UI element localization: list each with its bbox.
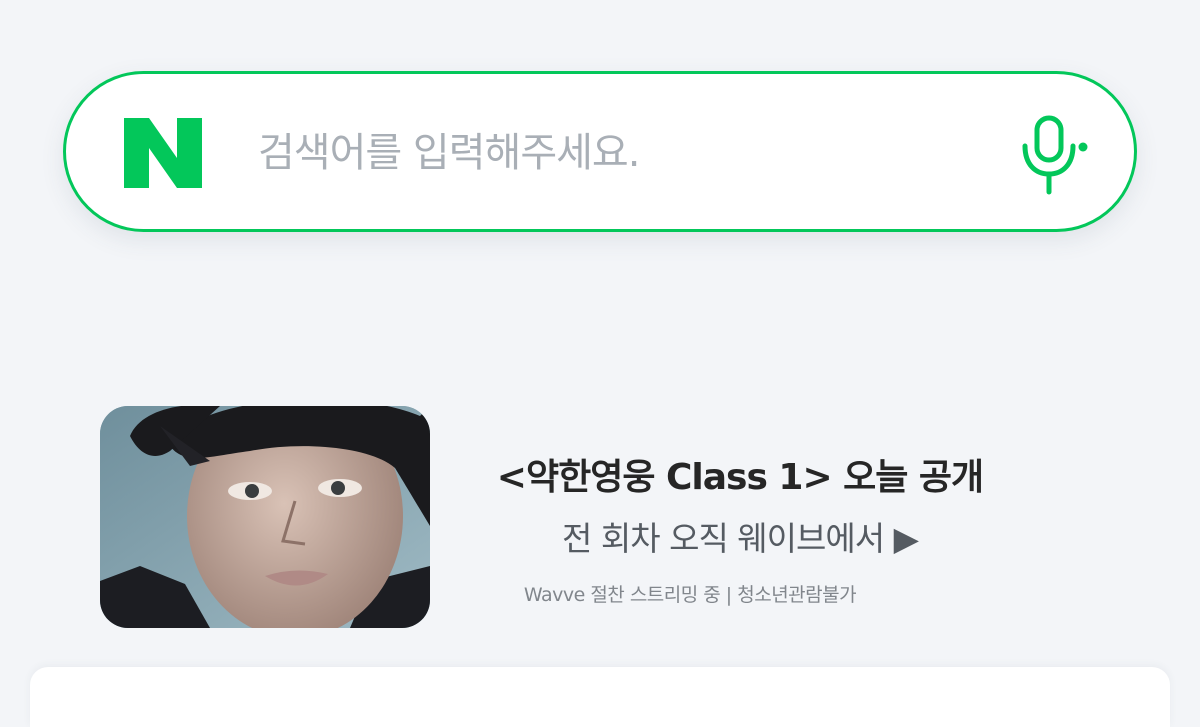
- banner-caption: Wavve 절찬 스트리밍 중 | 청소년관람불가: [523, 584, 857, 606]
- search-bar[interactable]: [63, 71, 1137, 232]
- banner-thumbnail: [100, 406, 430, 628]
- content-card: [30, 667, 1170, 727]
- search-input[interactable]: [258, 118, 978, 188]
- actor-portrait-image: [100, 406, 430, 628]
- naver-logo-icon[interactable]: [124, 118, 202, 188]
- banner-subtitle-link[interactable]: 전 회차 오직 웨이브에서 ▶: [400, 512, 1080, 560]
- banner-title[interactable]: <약한영웅 Class 1> 오늘 공개: [400, 448, 1080, 500]
- voice-search-button[interactable]: [1014, 112, 1094, 196]
- microphone-icon: [1022, 115, 1088, 195]
